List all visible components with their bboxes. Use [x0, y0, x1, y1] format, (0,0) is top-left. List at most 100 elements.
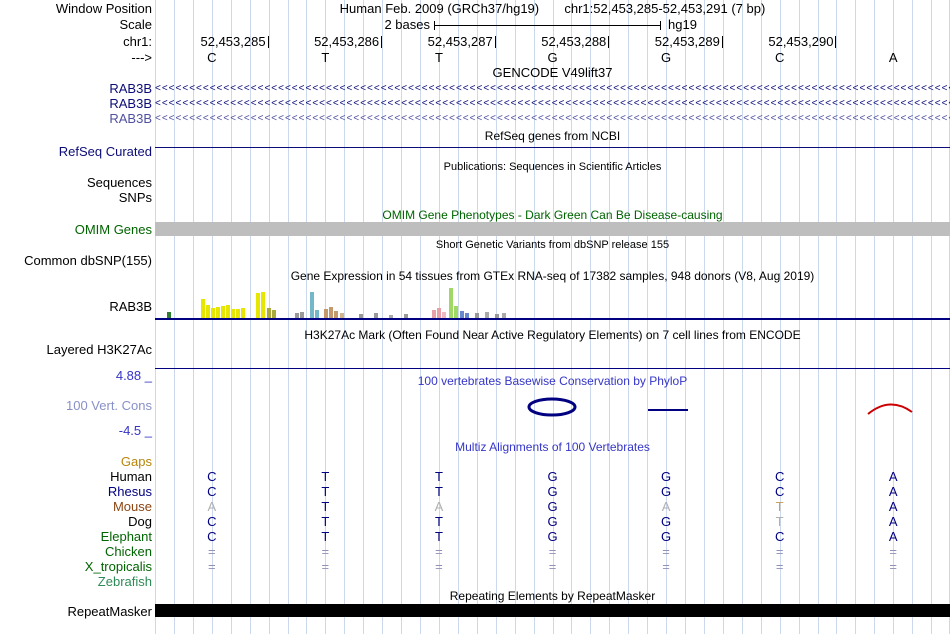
alignment-base: =	[775, 559, 784, 574]
ruler-tick	[494, 36, 496, 48]
track-label-snps[interactable]: SNPs	[0, 190, 152, 205]
gtex-expression-bar[interactable]	[272, 310, 276, 318]
gtex-expression-bar[interactable]	[460, 311, 464, 318]
gencode-transcript-label[interactable]: RAB3B	[0, 81, 152, 96]
alignment-base: G	[661, 514, 672, 529]
gtex-expression-bar[interactable]	[236, 309, 240, 318]
gtex-expression-bar[interactable]	[167, 312, 171, 318]
phylop-glyph-center	[527, 397, 577, 417]
track-label-repeatmasker[interactable]: RepeatMasker	[0, 604, 152, 619]
track-label-refseq-curated[interactable]: RefSeq Curated	[0, 144, 152, 159]
multiz-species-label[interactable]: Dog	[0, 514, 152, 529]
alignment-base: G	[547, 514, 558, 529]
alignment-base: T	[321, 469, 330, 484]
alignment-base: T	[434, 529, 443, 544]
gtex-expression-bar[interactable]	[206, 305, 210, 318]
alignment-base: =	[662, 544, 670, 559]
gtex-expression-bar[interactable]	[442, 312, 446, 318]
ruler-tick	[267, 36, 269, 48]
gtex-expression-bar[interactable]	[201, 299, 205, 318]
gtex-expression-bar[interactable]	[449, 288, 453, 318]
gtex-expression-bar[interactable]	[324, 309, 328, 318]
gencode-track-title: GENCODE V49lift37	[492, 65, 613, 80]
multiz-track-title: Multiz Alignments of 100 Vertebrates	[455, 440, 650, 454]
dbsnp-track-title: Short Genetic Variants from dbSNP releas…	[435, 239, 670, 251]
gencode-transcript-label[interactable]: RAB3B	[0, 111, 152, 126]
gtex-expression-bar[interactable]	[334, 311, 338, 318]
alignment-base: T	[434, 514, 443, 529]
track-label-layered-h3k27ac[interactable]: Layered H3K27Ac	[0, 342, 152, 357]
gtex-expression-bar[interactable]	[465, 313, 469, 318]
h3k27ac-baseline	[155, 368, 950, 369]
gtex-expression-bar[interactable]	[359, 314, 363, 318]
ruler-tick	[835, 36, 837, 48]
track-label-gtex-gene[interactable]: RAB3B	[0, 299, 152, 314]
gtex-expression-bar[interactable]	[231, 309, 235, 318]
multiz-species-label[interactable]: Mouse	[0, 499, 152, 514]
gencode-transcript-label[interactable]: RAB3B	[0, 96, 152, 111]
gtex-expression-bar[interactable]	[216, 307, 220, 318]
alignment-base: C	[207, 529, 217, 544]
gtex-expression-bar[interactable]	[432, 310, 436, 318]
gtex-expression-bar[interactable]	[475, 313, 479, 318]
gtex-expression-bar[interactable]	[300, 312, 304, 318]
label-direction: --->	[131, 50, 152, 65]
gencode-transcript-line[interactable]: <<<<<<<<<<<<<<<<<<<<<<<<<<<<<<<<<<<<<<<<…	[155, 96, 950, 111]
track-label-omim-genes[interactable]: OMIM Genes	[0, 222, 152, 237]
alignment-base: =	[207, 544, 216, 559]
ruler-base: C	[774, 50, 785, 65]
alignment-base: =	[435, 559, 443, 574]
refseq-gene-line[interactable]	[155, 147, 950, 148]
gtex-expression-bar[interactable]	[221, 306, 225, 318]
multiz-species-label[interactable]: Chicken	[0, 544, 152, 559]
gencode-transcript-line[interactable]: <<<<<<<<<<<<<<<<<<<<<<<<<<<<<<<<<<<<<<<<…	[155, 111, 950, 126]
alignment-base: C	[207, 484, 217, 499]
scale-bar-right-tick	[660, 21, 661, 30]
gtex-expression-bar[interactable]	[437, 308, 441, 318]
alignment-base: G	[547, 499, 558, 514]
track-label-common-dbsnp[interactable]: Common dbSNP(155)	[0, 253, 152, 268]
gtex-expression-bar[interactable]	[226, 305, 230, 318]
phylop-signal[interactable]	[155, 388, 950, 428]
gtex-expression-bar[interactable]	[211, 308, 215, 318]
gtex-expression-bar[interactable]	[241, 308, 245, 318]
gtex-expression-bar[interactable]	[340, 313, 344, 318]
label-scale: Scale	[119, 17, 152, 32]
alignment-base: C	[774, 529, 785, 544]
gencode-transcript-line[interactable]: <<<<<<<<<<<<<<<<<<<<<<<<<<<<<<<<<<<<<<<<…	[155, 81, 950, 96]
h3k27ac-track-title: H3K27Ac Mark (Often Found Near Active Re…	[304, 328, 801, 342]
track-label-sequences[interactable]: Sequences	[0, 175, 152, 190]
gtex-expression-bar[interactable]	[267, 308, 271, 318]
gtex-expression-bar[interactable]	[310, 292, 314, 318]
gtex-expression-bar[interactable]	[389, 315, 393, 318]
multiz-species-label[interactable]: Zebrafish	[0, 574, 152, 589]
alignment-base: G	[547, 469, 558, 484]
ruler-base: A	[888, 50, 898, 65]
gtex-expression-bar[interactable]	[329, 307, 333, 318]
alignment-base: G	[661, 484, 672, 499]
ruler-position-label: 52,453,287	[427, 34, 493, 49]
multiz-species-label[interactable]: X_tropicalis	[0, 559, 152, 574]
multiz-species-label[interactable]: Elephant	[0, 529, 152, 544]
gtex-expression-bar[interactable]	[404, 314, 408, 318]
gtex-expression-bar[interactable]	[495, 314, 499, 318]
gtex-expression-bar[interactable]	[315, 310, 319, 318]
multiz-species-label[interactable]: Rhesus	[0, 484, 152, 499]
track-label-100-vert-cons[interactable]: 100 Vert. Cons	[0, 398, 152, 413]
gtex-expression-bar[interactable]	[454, 306, 458, 318]
alignment-base: A	[888, 469, 898, 484]
refseq-track-title: RefSeq genes from NCBI	[484, 129, 621, 143]
multiz-species-label[interactable]: Human	[0, 469, 152, 484]
alignment-base: T	[434, 469, 443, 484]
gtex-baseline	[155, 318, 950, 320]
gtex-expression-bar[interactable]	[261, 292, 265, 318]
gtex-expression-bar[interactable]	[502, 313, 506, 318]
repeatmasker-bar[interactable]	[155, 604, 950, 617]
gtex-expression-bar[interactable]	[374, 313, 378, 318]
gtex-expression-bar[interactable]	[295, 313, 299, 318]
track-label-gaps[interactable]: Gaps	[0, 454, 152, 469]
gtex-expression-bar[interactable]	[256, 293, 260, 318]
omim-gene-bar[interactable]	[155, 222, 950, 236]
position-header: Human Feb. 2009 (GRCh37/hg19) chr1:52,45…	[155, 1, 950, 16]
gtex-expression-bar[interactable]	[485, 312, 489, 318]
